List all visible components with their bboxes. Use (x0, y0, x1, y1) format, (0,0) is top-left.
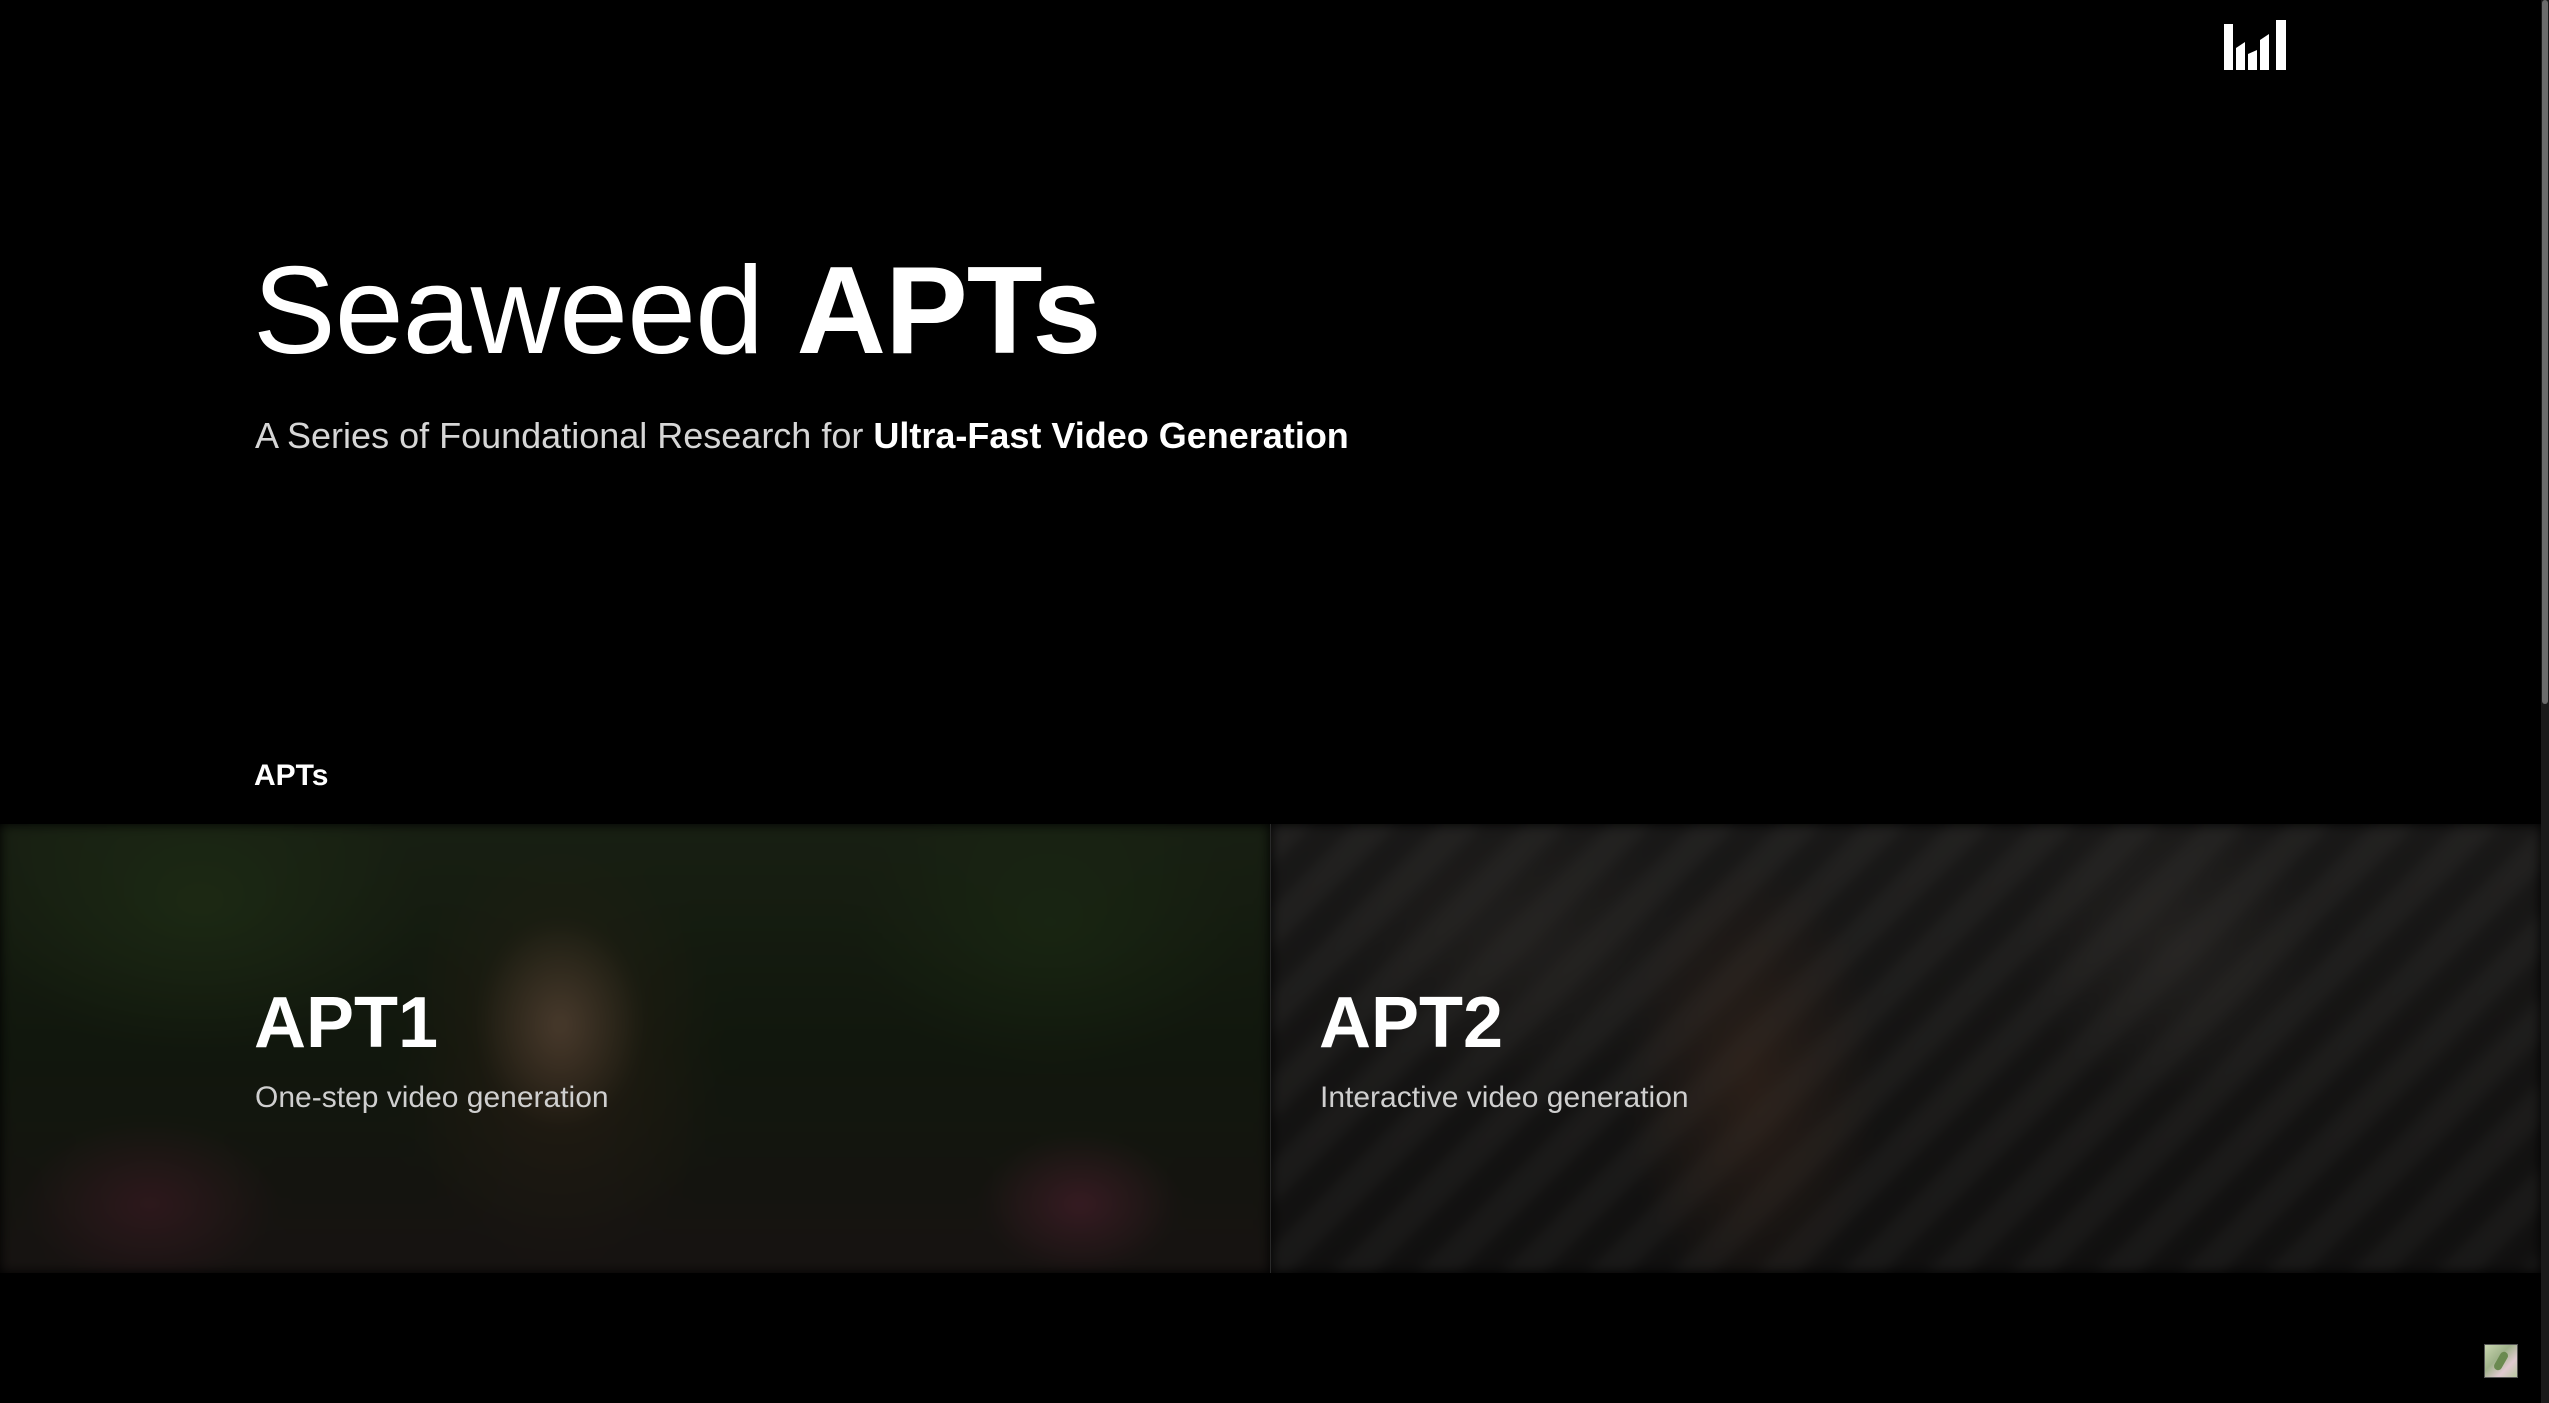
image-thumbnail-icon[interactable] (2484, 1344, 2518, 1378)
apt2-title: APT2 (1319, 983, 1504, 1063)
leaf-shape (2492, 1350, 2510, 1372)
apt1-description: One-step video generation (255, 1081, 609, 1114)
card-overlay (0, 824, 1270, 1273)
subtitle-highlight: Ultra-Fast Video Generation (873, 415, 1349, 456)
section-heading: APTs (254, 759, 329, 792)
scrollbar-thumb[interactable] (2542, 0, 2548, 704)
page-title: Seaweed APTs (253, 236, 1102, 386)
page: Seaweed APTs A Series of Foundational Re… (0, 0, 2549, 1403)
apt1-card[interactable]: APT1 One-step video generation (0, 824, 1270, 1273)
bar-chart-logo-icon[interactable] (2224, 20, 2288, 74)
title-light: Seaweed (253, 242, 764, 380)
apt2-description: Interactive video generation (1320, 1081, 1689, 1114)
apt2-card[interactable]: APT2 Interactive video generation (1270, 824, 2541, 1273)
subtitle-prefix: A Series of Foundational Research for (255, 415, 864, 456)
title-bold: APTs (796, 242, 1102, 380)
apt-cards: APT1 One-step video generation APT2 Inte… (0, 824, 2541, 1273)
apt1-title: APT1 (254, 983, 439, 1063)
scrollbar[interactable] (2541, 0, 2549, 1403)
page-subtitle: A Series of Foundational Research for Ul… (255, 412, 1349, 460)
